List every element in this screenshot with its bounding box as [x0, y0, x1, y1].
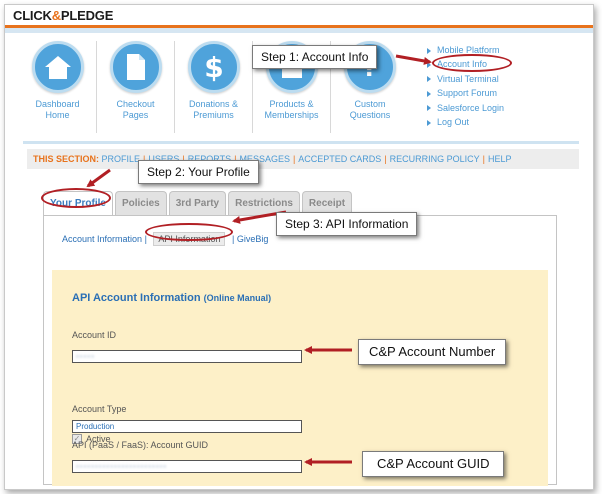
section-separator: | [482, 154, 486, 164]
svg-text:$: $ [204, 51, 223, 83]
quick-link-virtual-terminal[interactable]: Virtual Terminal [427, 72, 504, 86]
callout-account-guid: C&P Account GUID [362, 451, 505, 477]
callout-account-number: C&P Account Number [358, 339, 507, 365]
quick-link-label: Salesforce Login [437, 102, 505, 113]
browser-frame: CLICK&PLEDGE Dashboard Home Checkout Pag… [4, 4, 594, 490]
callout-step2: Step 2: Your Profile [138, 160, 259, 184]
subtab-account-information[interactable]: Account Information [62, 234, 142, 244]
nav-donations-premiums[interactable]: $ Donations & Premiums [175, 41, 253, 133]
triangle-bullet-icon [427, 76, 431, 83]
document-icon [109, 41, 162, 93]
triangle-bullet-icon [427, 105, 431, 112]
tab-3rd-party[interactable]: 3rd Party [168, 191, 227, 215]
highlight-ring-your-profile [41, 188, 111, 208]
logo-text-left: CLICK [13, 8, 52, 23]
account-id-label: Account ID [72, 330, 117, 340]
section-link-recurring-policy[interactable]: RECURRING POLICY [390, 154, 480, 164]
nav-label: Donations & Premiums [188, 99, 239, 120]
quick-link-label: Support Forum [437, 88, 498, 99]
nav-label: Dashboard Home [35, 99, 80, 120]
nav-label: Products & Memberships [264, 99, 319, 120]
account-type-label: Account Type [72, 404, 127, 414]
quick-link-label: Log Out [437, 117, 470, 128]
triangle-bullet-icon [427, 119, 431, 126]
account-guid-value: •••••••••••••••••••••••• [76, 462, 168, 471]
tab-policies[interactable]: Policies [114, 191, 167, 215]
house-icon [31, 41, 84, 93]
section-divider [23, 141, 579, 144]
highlight-ring-api-information [145, 223, 233, 241]
quick-link-support-forum[interactable]: Support Forum [427, 86, 504, 100]
api-title-text: API Account Information [72, 292, 201, 304]
nav-label: Custom Questions [349, 99, 391, 120]
section-bar: THIS SECTION: PROFILE | USERS | REPORTS | MESS… [27, 149, 579, 169]
account-id-value: ••••• [76, 352, 96, 361]
account-id-field[interactable]: ••••• [72, 350, 302, 363]
online-manual-link[interactable]: (Online Manual) [204, 293, 272, 303]
section-link-accepted-cards[interactable]: ACCEPTED CARDS [298, 154, 381, 164]
nav-checkout-pages[interactable]: Checkout Pages [97, 41, 175, 133]
logo-ampersand: & [51, 8, 61, 23]
subtab-divider: | [144, 234, 147, 244]
subtab-divider: | [231, 234, 235, 244]
section-separator: | [292, 154, 296, 164]
section-link-profile[interactable]: PROFILE [102, 154, 141, 164]
account-guid-field[interactable]: •••••••••••••••••••••••• [72, 460, 302, 473]
nav-label: Checkout Pages [116, 99, 155, 120]
section-link-help[interactable]: HELP [488, 154, 512, 164]
triangle-bullet-icon [427, 47, 431, 54]
highlight-ring-account-info [432, 54, 512, 72]
logo-text-right: PLEDGE [60, 8, 114, 23]
section-label: THIS SECTION: [33, 154, 100, 164]
quick-link-label: Virtual Terminal [437, 73, 499, 84]
triangle-bullet-icon [427, 62, 431, 69]
triangle-bullet-icon [427, 90, 431, 97]
nav-dashboard-home[interactable]: Dashboard Home [19, 41, 97, 133]
guid-label: API (PaaS / FaaS): Account GUID [72, 440, 209, 450]
subtab-givebig[interactable]: GiveBig [237, 234, 269, 244]
api-section-title: API Account Information (Online Manual) [72, 292, 271, 304]
quick-link-salesforce-login[interactable]: Salesforce Login [427, 101, 504, 115]
dollar-icon: $ [187, 41, 240, 93]
click-and-pledge-logo[interactable]: CLICK&PLEDGE [13, 8, 113, 23]
section-separator: | [384, 154, 387, 164]
callout-step3: Step 3: API Information [276, 212, 418, 236]
account-type-field[interactable]: Production [72, 420, 302, 433]
quick-link-log-out[interactable]: Log Out [427, 115, 504, 129]
header-blue-rule [5, 28, 593, 33]
callout-step1: Step 1: Account Info [252, 45, 378, 69]
